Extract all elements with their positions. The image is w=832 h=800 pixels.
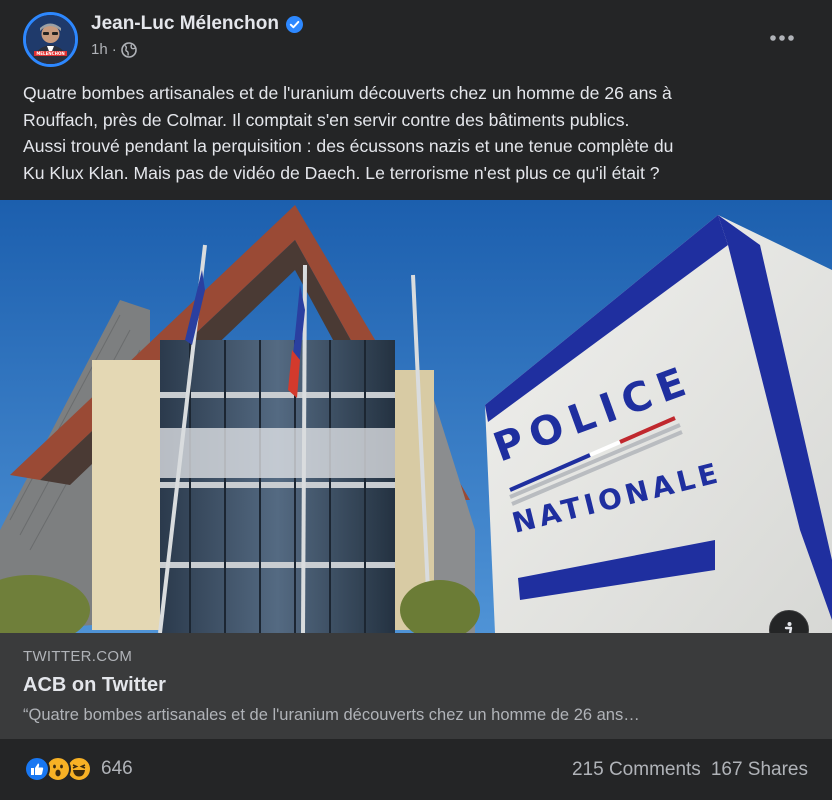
more-options-button[interactable] xyxy=(762,24,802,52)
post-text-line: Quatre bombes artisanales et de l'uraniu… xyxy=(23,83,672,103)
like-icon xyxy=(24,756,50,782)
link-description: “Quatre bombes artisanales et de l'urani… xyxy=(23,706,640,724)
more-options-icon xyxy=(770,35,794,41)
post-text-line: Rouffach, près de Colmar. Il comptait s'… xyxy=(23,109,630,130)
author-name[interactable]: Jean-Luc Mélenchon xyxy=(91,13,279,35)
author-name-row: Jean-Luc Mélenchon xyxy=(91,13,303,35)
post-footer: 646 215 Comments 167 Shares xyxy=(0,739,832,800)
link-preview-image[interactable]: POLICE NATIONALE xyxy=(0,200,832,633)
post-meta: 1h · xyxy=(91,41,137,58)
globe-icon[interactable] xyxy=(120,41,137,58)
post-text: Quatre bombes artisanales et de l'uraniu… xyxy=(23,80,813,186)
reactions-summary[interactable]: 646 xyxy=(24,756,133,782)
verified-badge-icon xyxy=(285,15,303,33)
comments-count[interactable]: 215 Comments xyxy=(572,759,701,781)
meta-separator: · xyxy=(111,41,117,58)
svg-text:MELENCHON: MELENCHON xyxy=(36,51,64,56)
shares-count[interactable]: 167 Shares xyxy=(711,759,808,781)
post-text-line: Ku Klux Klan. Mais pas de vidéo de Daech… xyxy=(23,162,660,183)
post-text-line: Aussi trouvé pendant la perquisition : d… xyxy=(23,136,674,156)
post-header: MELENCHON Jean-Luc Mélenchon 1h · xyxy=(0,0,832,76)
link-domain: TWITTER.COM xyxy=(23,648,133,665)
author-avatar[interactable]: MELENCHON xyxy=(23,12,78,67)
link-title[interactable]: ACB on Twitter xyxy=(23,674,166,697)
link-preview-card[interactable]: TWITTER.COM ACB on Twitter “Quatre bombe… xyxy=(0,633,832,739)
reaction-count[interactable]: 646 xyxy=(101,758,133,780)
engagement-stats: 215 Comments 167 Shares xyxy=(572,759,808,781)
post-timestamp[interactable]: 1h xyxy=(91,41,108,58)
